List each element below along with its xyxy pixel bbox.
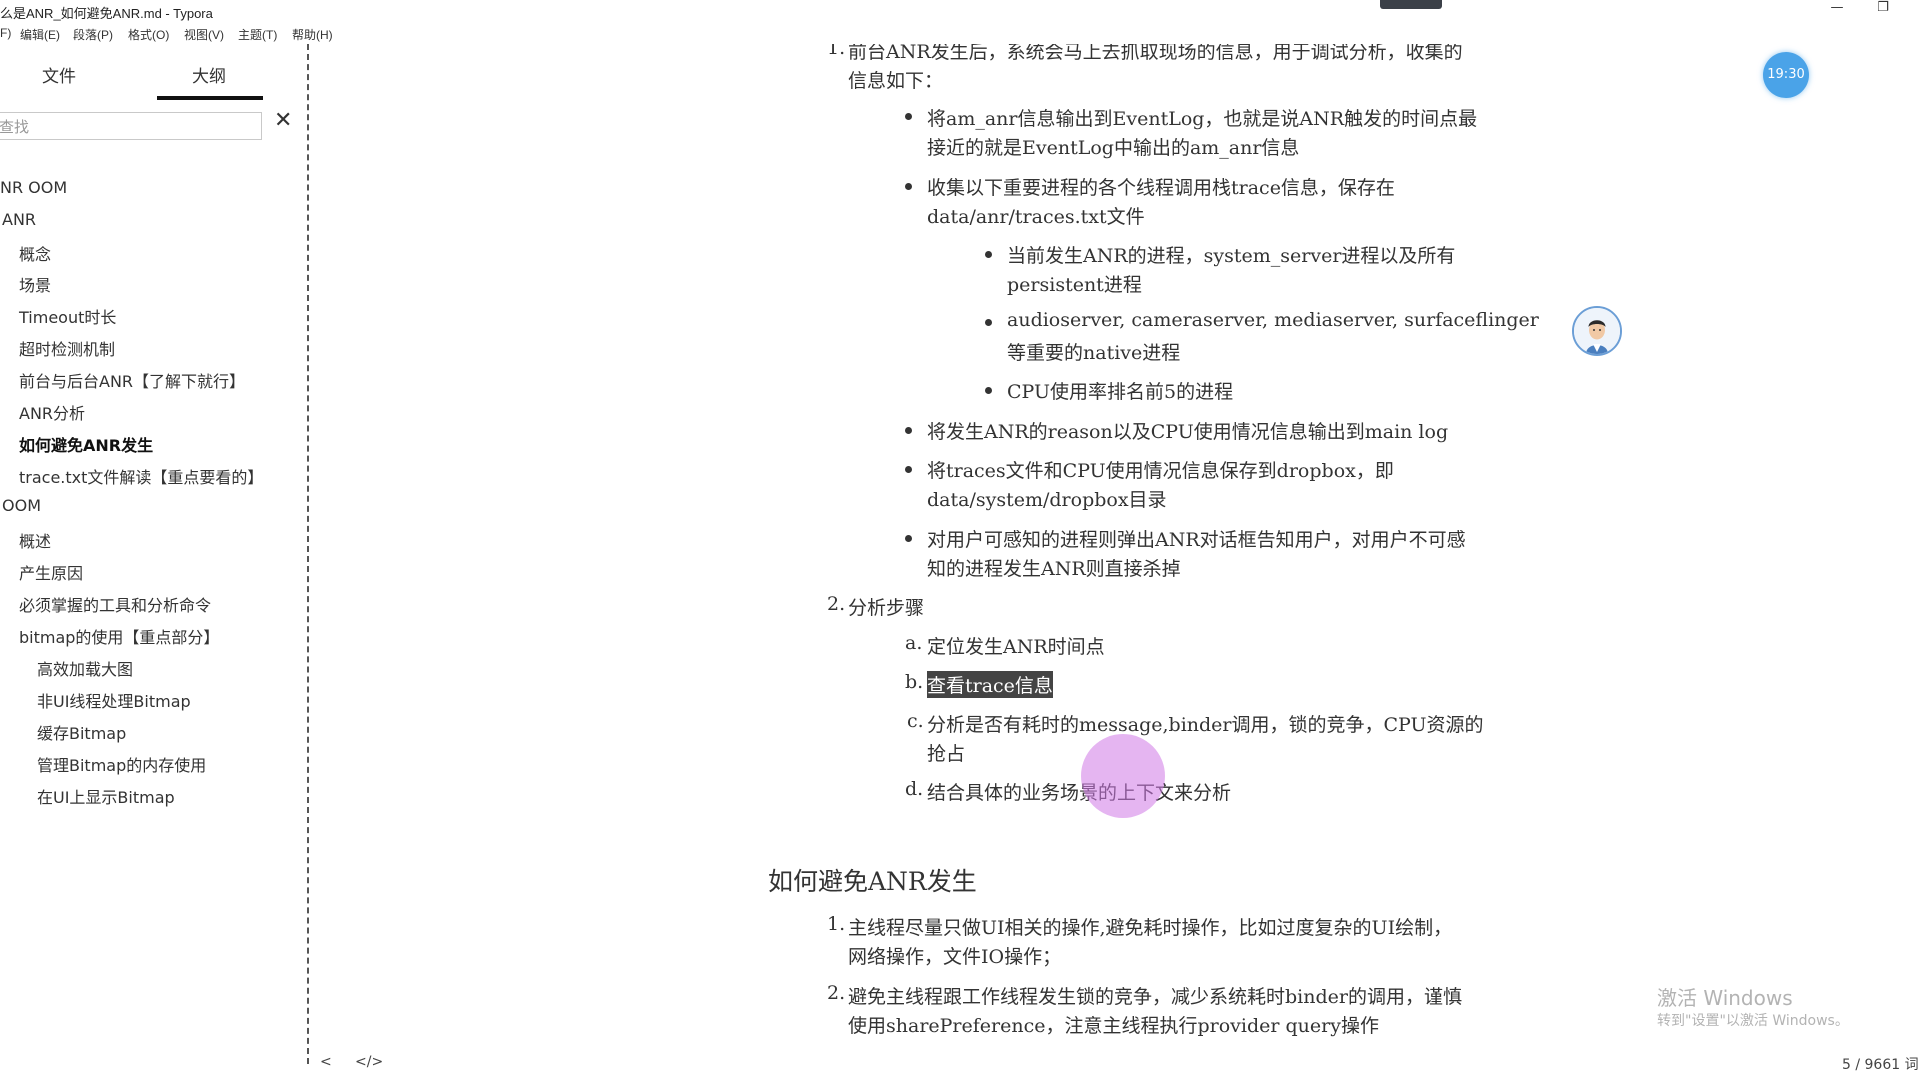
close-icon[interactable]: ✕ [274, 108, 292, 133]
status-bar: < </> 5 / 9661 词 [310, 1050, 1920, 1074]
list-marker: d. [905, 778, 924, 800]
list-number: 2. [827, 593, 846, 615]
list-marker: c. [907, 710, 924, 732]
list-item: audioserver, cameraserver, mediaserver, … [1007, 309, 1539, 331]
sidebar: 文件 大纲 查找 ✕ NR OOM ANR 概念 场景 Timeout时长 超时… [0, 44, 309, 1064]
restore-button[interactable]: ❐ [1868, 0, 1898, 15]
bullet-icon [905, 427, 912, 434]
outline-item-active[interactable]: 如何避免ANR发生 [19, 432, 153, 456]
bullet-icon [905, 183, 912, 190]
active-tab-indicator [157, 96, 263, 100]
outline-item[interactable]: OOM [2, 496, 41, 515]
outline-item[interactable]: Timeout时长 [19, 304, 116, 328]
outline-item[interactable]: 管理Bitmap的内存使用 [37, 752, 206, 776]
outline-search-input[interactable]: 查找 [0, 112, 262, 140]
avatar-person-icon [1574, 308, 1620, 354]
menu-bar: F) 编辑(E) 段落(P) 格式(O) 视图(V) 主题(T) 帮助(H) [0, 22, 1920, 44]
bullet-icon [985, 319, 992, 326]
outline-item[interactable]: 非UI线程处理Bitmap [37, 688, 191, 712]
list-item: 避免主线程跟工作线程发生锁的竞争，减少系统耗时binder的调用，谨慎 [848, 986, 1462, 1008]
editor-area[interactable]: 1. 前台ANR发生后，系统会马上去抓取现场的信息，用于调试分析，收集的 信息如… [310, 44, 1920, 1060]
bullet-icon [985, 387, 992, 394]
menu-help[interactable]: 帮助(H) [292, 26, 333, 43]
outline-item[interactable]: ANR [2, 210, 36, 229]
outline-item[interactable]: NR OOM [0, 178, 67, 197]
menu-format[interactable]: 格式(O) [128, 26, 169, 43]
outline-item[interactable]: 必须掌握的工具和分析命令 [19, 592, 211, 616]
clock-badge[interactable]: 19:30 [1763, 52, 1809, 98]
outline-item[interactable]: trace.txt文件解读【重点要看的】 [19, 464, 263, 488]
section-heading: 如何避免ANR发生 [768, 867, 977, 896]
list-item: data/system/dropbox目录 [927, 489, 1167, 511]
outline-item[interactable]: 前台与后台ANR【了解下就行】 [19, 368, 245, 392]
list-item: 等重要的native进程 [1007, 342, 1181, 364]
cursor-highlight [1081, 734, 1165, 818]
paragraph-line: 信息如下： [848, 70, 944, 92]
list-item: 当前发生ANR的进程，system_server进程以及所有 [1007, 245, 1456, 267]
list-item: 抢占 [927, 743, 966, 765]
bullet-icon [905, 466, 912, 473]
list-marker: a. [905, 632, 923, 654]
menu-view[interactable]: 视图(V) [184, 26, 224, 43]
list-item: 使用sharePreference，注意主线程执行provider query操… [848, 1015, 1379, 1037]
outline-item[interactable]: 在UI上显示Bitmap [37, 784, 175, 808]
bullet-icon [905, 535, 912, 542]
outline-item[interactable]: bitmap的使用【重点部分】 [19, 624, 219, 648]
outline-item[interactable]: ANR分析 [19, 400, 85, 424]
outline-item[interactable]: 缓存Bitmap [37, 720, 126, 744]
avatar[interactable] [1572, 306, 1622, 356]
tab-files[interactable]: 文件 [42, 62, 76, 87]
selected-text[interactable]: 查看trace信息 [927, 671, 1053, 698]
bullet-icon [905, 113, 912, 120]
list-item: 接近的就是EventLog中输出的am_anr信息 [927, 137, 1300, 159]
outline-item[interactable]: 场景 [19, 272, 51, 296]
list-number: 1. [827, 44, 846, 59]
paragraph-line: 前台ANR发生后，系统会马上去抓取现场的信息，用于调试分析，收集的 [848, 44, 1463, 63]
outline-item[interactable]: 概述 [19, 528, 51, 552]
bullet-icon [985, 251, 992, 258]
menu-theme[interactable]: 主题(T) [238, 26, 277, 43]
menu-edit[interactable]: 编辑(E) [20, 26, 60, 43]
list-item: 网络操作，文件IO操作； [848, 946, 1062, 968]
outline-item[interactable]: 高效加载大图 [37, 656, 133, 680]
list-marker: b. [905, 671, 924, 693]
outline-item[interactable]: 概念 [19, 241, 51, 265]
list-item: 定位发生ANR时间点 [927, 636, 1105, 658]
paragraph-line: 分析步骤 [848, 597, 925, 619]
list-item: 结合具体的业务场景的上下文来分析 [927, 782, 1232, 804]
menu-file[interactable]: F) [0, 26, 11, 40]
outline-item[interactable]: 产生原因 [19, 560, 83, 584]
minimize-button[interactable]: — [1822, 0, 1852, 15]
list-item: 主线程尽量只做UI相关的操作,避免耗时操作，比如过度复杂的UI绘制， [848, 917, 1453, 939]
menu-paragraph[interactable]: 段落(P) [73, 26, 113, 43]
list-item: 分析是否有耗时的message,binder调用，锁的竞争，CPU资源的 [927, 714, 1484, 736]
title-bar: 么是ANR_如何避免ANR.md - Typora — ❐ [0, 0, 1920, 21]
list-item: 将traces文件和CPU使用情况信息保存到dropbox，即 [927, 460, 1394, 482]
list-item: 将am_anr信息输出到EventLog，也就是说ANR触发的时间点最 [927, 108, 1478, 130]
outline-item[interactable]: 超时检测机制 [19, 336, 115, 360]
list-item: CPU使用率排名前5的进程 [1007, 381, 1234, 403]
tab-outline[interactable]: 大纲 [192, 62, 226, 87]
list-item: data/anr/traces.txt文件 [927, 206, 1145, 228]
list-item: persistent进程 [1007, 274, 1142, 296]
source-code-mode-button[interactable]: </> [355, 1054, 383, 1070]
word-count[interactable]: 5 / 9661 词 [1842, 1054, 1919, 1074]
list-number: 2. [827, 982, 846, 1004]
activation-watermark-title: 激活 Windows [1657, 986, 1793, 1010]
sidebar-toggle-button[interactable]: < [320, 1054, 332, 1070]
drop-down-handle[interactable] [1380, 0, 1442, 9]
activation-watermark-subtitle: 转到"设置"以激活 Windows。 [1657, 1013, 1849, 1029]
window-title: 么是ANR_如何避免ANR.md - Typora [0, 6, 213, 21]
list-item: 知的进程发生ANR则直接杀掉 [927, 558, 1181, 580]
list-item: 收集以下重要进程的各个线程调用栈trace信息，保存在 [927, 177, 1395, 199]
list-item: 将发生ANR的reason以及CPU使用情况信息输出到main log [927, 421, 1449, 443]
list-number: 1. [827, 913, 846, 935]
list-item: 对用户可感知的进程则弹出ANR对话框告知用户，对用户不可感 [927, 529, 1466, 551]
